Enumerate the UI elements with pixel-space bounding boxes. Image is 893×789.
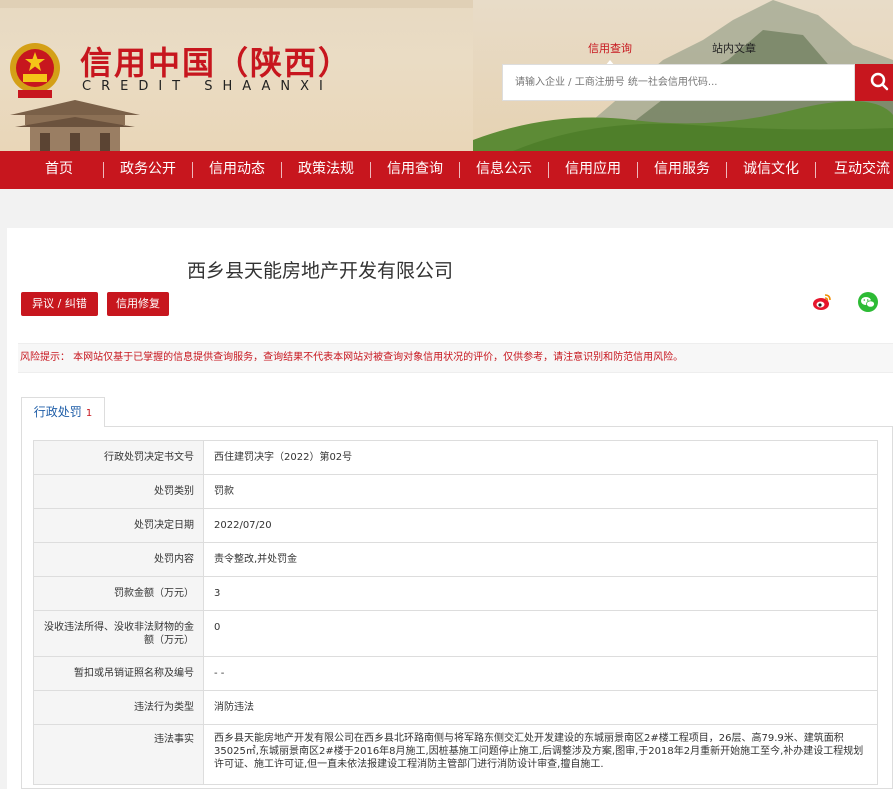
- field-value: - -: [203, 656, 878, 691]
- nav-separator: [726, 162, 727, 178]
- search-tab-credit[interactable]: 信用查询: [588, 40, 632, 66]
- search-button[interactable]: [855, 64, 893, 101]
- table-row: 暂扣或吊销证照名称及编号 - -: [33, 656, 878, 691]
- field-value: 0: [203, 610, 878, 657]
- table-row: 处罚决定日期 2022/07/20: [33, 508, 878, 543]
- nav-item-home[interactable]: 首页: [45, 151, 73, 189]
- tab-count-badge: 1: [85, 408, 93, 419]
- table-row: 处罚类别 罚款: [33, 474, 878, 509]
- nav-separator: [459, 162, 460, 178]
- site-header: 信用中国（陕西） CREDIT SHAANXI 信用查询 站内文章: [0, 0, 893, 151]
- field-value: 责令整改,并处罚金: [203, 542, 878, 577]
- site-logo-cn[interactable]: 信用中国（陕西）: [80, 38, 352, 84]
- field-label: 违法行为类型: [33, 690, 204, 725]
- field-value: 西住建罚决字（2022）第02号: [203, 440, 878, 475]
- table-row: 罚款金额（万元） 3: [33, 576, 878, 611]
- search-icon: [870, 72, 889, 91]
- main-nav: 首页 政务公开 信用动态 政策法规 信用查询 信息公示 信用应用 信用服务 诚信…: [0, 151, 893, 189]
- field-label: 处罚内容: [33, 542, 204, 577]
- nav-separator: [815, 162, 816, 178]
- table-row: 行政处罚决定书文号 西住建罚决字（2022）第02号: [33, 440, 878, 475]
- company-detail-card: 西乡县天能房地产开发有限公司 异议 / 纠错 信用修复 风险提示： 本网站仅基于…: [7, 228, 893, 789]
- field-label: 行政处罚决定书文号: [33, 440, 204, 475]
- tab-administrative-penalty[interactable]: 行政处罚 1: [21, 397, 105, 427]
- tab-label: 行政处罚: [33, 405, 82, 419]
- search-tab-articles[interactable]: 站内文章: [712, 40, 756, 56]
- nav-item-policies[interactable]: 政策法规: [298, 151, 354, 189]
- search-input[interactable]: [502, 64, 855, 101]
- national-emblem-icon: [10, 43, 60, 98]
- pavilion-illustration: [10, 100, 140, 151]
- company-name: 西乡县天能房地产开发有限公司: [186, 260, 453, 282]
- nav-separator: [548, 162, 549, 178]
- field-value: 罚款: [203, 474, 878, 509]
- nav-separator: [370, 162, 371, 178]
- nav-separator: [192, 162, 193, 178]
- penalty-record-table: 行政处罚决定书文号 西住建罚决字（2022）第02号 处罚类别 罚款 处罚决定日…: [33, 440, 878, 785]
- objection-correction-button[interactable]: 异议 / 纠错: [21, 292, 98, 316]
- table-row: 违法行为类型 消防违法: [33, 690, 878, 725]
- field-value: 西乡县天能房地产开发有限公司在西乡县北环路南侧与将军路东侧交汇处开发建设的东城丽…: [203, 724, 878, 785]
- field-value: 消防违法: [203, 690, 878, 725]
- field-label: 暂扣或吊销证照名称及编号: [33, 656, 204, 691]
- field-label: 违法事实: [33, 724, 204, 785]
- nav-item-interaction[interactable]: 互动交流: [834, 151, 890, 189]
- nav-item-gov-affairs[interactable]: 政务公开: [120, 151, 176, 189]
- nav-separator: [281, 162, 282, 178]
- field-label: 没收违法所得、没收非法财物的金额（万元）: [33, 610, 204, 657]
- wechat-icon[interactable]: [858, 292, 878, 312]
- nav-item-credit-query[interactable]: 信用查询: [387, 151, 443, 189]
- table-row: 违法事实 西乡县天能房地产开发有限公司在西乡县北环路南侧与将军路东侧交汇处开发建…: [33, 724, 878, 785]
- nav-item-publicity[interactable]: 信息公示: [476, 151, 532, 189]
- nav-item-credit-news[interactable]: 信用动态: [209, 151, 265, 189]
- field-value: 3: [203, 576, 878, 611]
- nav-item-credit-apps[interactable]: 信用应用: [565, 151, 621, 189]
- field-label: 处罚类别: [33, 474, 204, 509]
- risk-notice: 风险提示： 本网站仅基于已掌握的信息提供查询服务，查询结果不代表本网站对被查询对…: [18, 343, 893, 373]
- nav-item-integrity-culture[interactable]: 诚信文化: [743, 151, 799, 189]
- weibo-icon[interactable]: [812, 292, 832, 312]
- nav-separator: [637, 162, 638, 178]
- nav-item-credit-services[interactable]: 信用服务: [654, 151, 710, 189]
- site-logo-en: CREDIT SHAANXI: [82, 79, 333, 94]
- credit-repair-button[interactable]: 信用修复: [107, 292, 169, 316]
- nav-separator: [103, 162, 104, 178]
- field-label: 处罚决定日期: [33, 508, 204, 543]
- table-row: 没收违法所得、没收非法财物的金额（万元） 0: [33, 610, 878, 657]
- table-row: 处罚内容 责令整改,并处罚金: [33, 542, 878, 577]
- field-value: 2022/07/20: [203, 508, 878, 543]
- field-label: 罚款金额（万元）: [33, 576, 204, 611]
